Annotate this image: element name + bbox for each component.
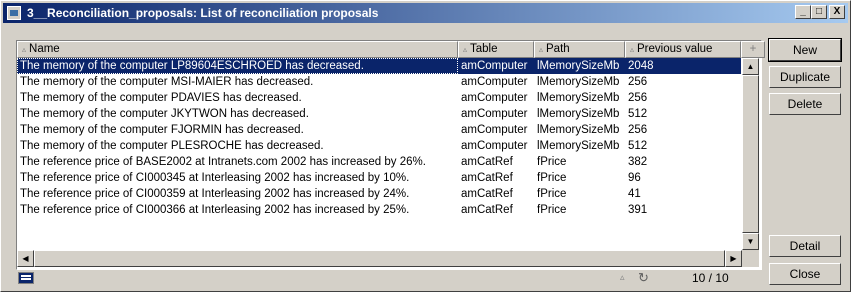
column-header-table[interactable]: ▵ Table [458,41,534,58]
close-window-button[interactable]: X [829,5,845,19]
column-label: Name [29,43,60,55]
cell-prev: 256 [628,92,648,104]
column-header-name[interactable]: ▵ Name [17,41,458,58]
table-row[interactable]: The memory of the computer FJORMIN has d… [17,122,741,138]
add-column-button[interactable]: + [741,41,765,58]
table-row[interactable]: The reference price of CI000366 at Inter… [17,202,741,218]
table-row[interactable]: The memory of the computer MSI-MAIER has… [17,74,741,90]
column-header-path[interactable]: ▵ Path [534,41,625,58]
sort-icon: ▵ [630,45,635,54]
cell-table: amCatRef [461,156,513,168]
maximize-button[interactable]: □ [811,5,827,19]
title-bar[interactable]: 3__Reconciliation_proposals: List of rec… [3,3,848,23]
cell-prev: 41 [628,188,641,200]
app-icon [7,6,21,20]
cell-name: The reference price of BASE2002 at Intra… [20,156,426,168]
sort-icon: ▵ [463,45,468,54]
sort-icon: ▵ [22,45,27,54]
close-button[interactable]: Close [769,263,841,285]
cell-name: The reference price of CI000366 at Inter… [20,204,410,216]
cell-prev: 512 [628,108,648,120]
cell-name: The memory of the computer MSI-MAIER has… [20,76,314,88]
cell-path: lMemorySizeMb [537,140,620,152]
minimize-button[interactable]: _ [795,5,811,19]
scroll-left-icon[interactable]: ◀ [17,250,34,267]
cell-table: amCatRef [461,204,513,216]
cell-prev: 512 [628,140,648,152]
cell-prev: 256 [628,124,648,136]
column-label: Path [546,43,570,55]
table-row[interactable]: The memory of the computer LP89604ESCHRO… [17,58,741,74]
table-row[interactable]: The memory of the computer JKYTWON has d… [17,106,741,122]
cell-path: lMemorySizeMb [537,92,620,104]
column-label: Table [470,43,498,55]
window: 3__Reconciliation_proposals: List of rec… [0,0,851,292]
cell-name: The memory of the computer LP89604ESCHRO… [17,58,458,74]
cell-name: The memory of the computer PLESROCHE has… [20,140,324,152]
column-label: Previous value [637,43,713,55]
column-header-previous-value[interactable]: ▵ Previous value [625,41,741,58]
cell-table: amComputer [461,108,528,120]
horizontal-scroll-thumb[interactable] [34,250,725,267]
scroll-right-icon[interactable]: ▶ [725,250,742,267]
sort-indicator-icon: ▵ [620,272,625,282]
list-rows: The memory of the computer LP89604ESCHRO… [17,58,741,218]
vertical-scroll-thumb[interactable] [742,75,759,233]
refresh-icon[interactable]: ↻ [638,271,652,284]
cell-name: The reference price of CI000345 at Inter… [20,172,410,184]
cell-prev: 2048 [628,60,654,72]
horizontal-scrollbar[interactable]: ◀ ▶ [17,250,742,267]
cell-table: amComputer [461,140,528,152]
cell-path: fPrice [537,188,567,200]
list-config-icon[interactable] [18,272,34,284]
detail-button[interactable]: Detail [769,235,841,257]
cell-name: The memory of the computer FJORMIN has d… [20,124,304,136]
record-counter: 10 / 10 [692,271,729,285]
table-row[interactable]: The reference price of CI000345 at Inter… [17,170,741,186]
table-row[interactable]: The memory of the computer PLESROCHE has… [17,138,741,154]
cell-path: fPrice [537,156,567,168]
cell-name: The memory of the computer PDAVIES has d… [20,92,302,104]
scroll-up-icon[interactable]: ▲ [742,58,759,75]
cell-prev: 256 [628,76,648,88]
cell-table: amComputer [461,124,528,136]
cell-prev: 96 [628,172,641,184]
cell-path: lMemorySizeMb [537,76,620,88]
duplicate-button[interactable]: Duplicate [769,66,841,88]
cell-table: amCatRef [461,172,513,184]
cell-path: fPrice [537,172,567,184]
window-title: 3__Reconciliation_proposals: List of rec… [27,6,379,20]
proposals-list: ▵ Name ▵ Table ▵ Path ▵ Previous value + The… [16,40,765,270]
sort-icon: ▵ [539,45,544,54]
cell-table: amCatRef [461,188,513,200]
cell-name: The memory of the computer JKYTWON has d… [20,108,309,120]
cell-path: lMemorySizeMb [537,124,620,136]
new-button[interactable]: New [768,38,842,62]
status-bar: ▵ ↻ 10 / 10 [16,269,761,287]
cell-path: lMemorySizeMb [537,108,620,120]
cell-table: amComputer [461,92,528,104]
table-row[interactable]: The memory of the computer PDAVIES has d… [17,90,741,106]
cell-name: The reference price of CI000359 at Inter… [20,188,410,200]
scroll-corner [742,250,759,267]
list-header: ▵ Name ▵ Table ▵ Path ▵ Previous value + [17,41,765,58]
vertical-scrollbar[interactable]: ▲ ▼ [742,58,759,250]
cell-path: fPrice [537,204,567,216]
cell-table: amComputer [461,76,528,88]
table-row[interactable]: The reference price of BASE2002 at Intra… [17,154,741,170]
cell-path: lMemorySizeMb [537,60,620,72]
scroll-down-icon[interactable]: ▼ [742,233,759,250]
cell-prev: 391 [628,204,648,216]
cell-table: amComputer [461,60,528,72]
cell-prev: 382 [628,156,648,168]
delete-button[interactable]: Delete [769,93,841,115]
table-row[interactable]: The reference price of CI000359 at Inter… [17,186,741,202]
